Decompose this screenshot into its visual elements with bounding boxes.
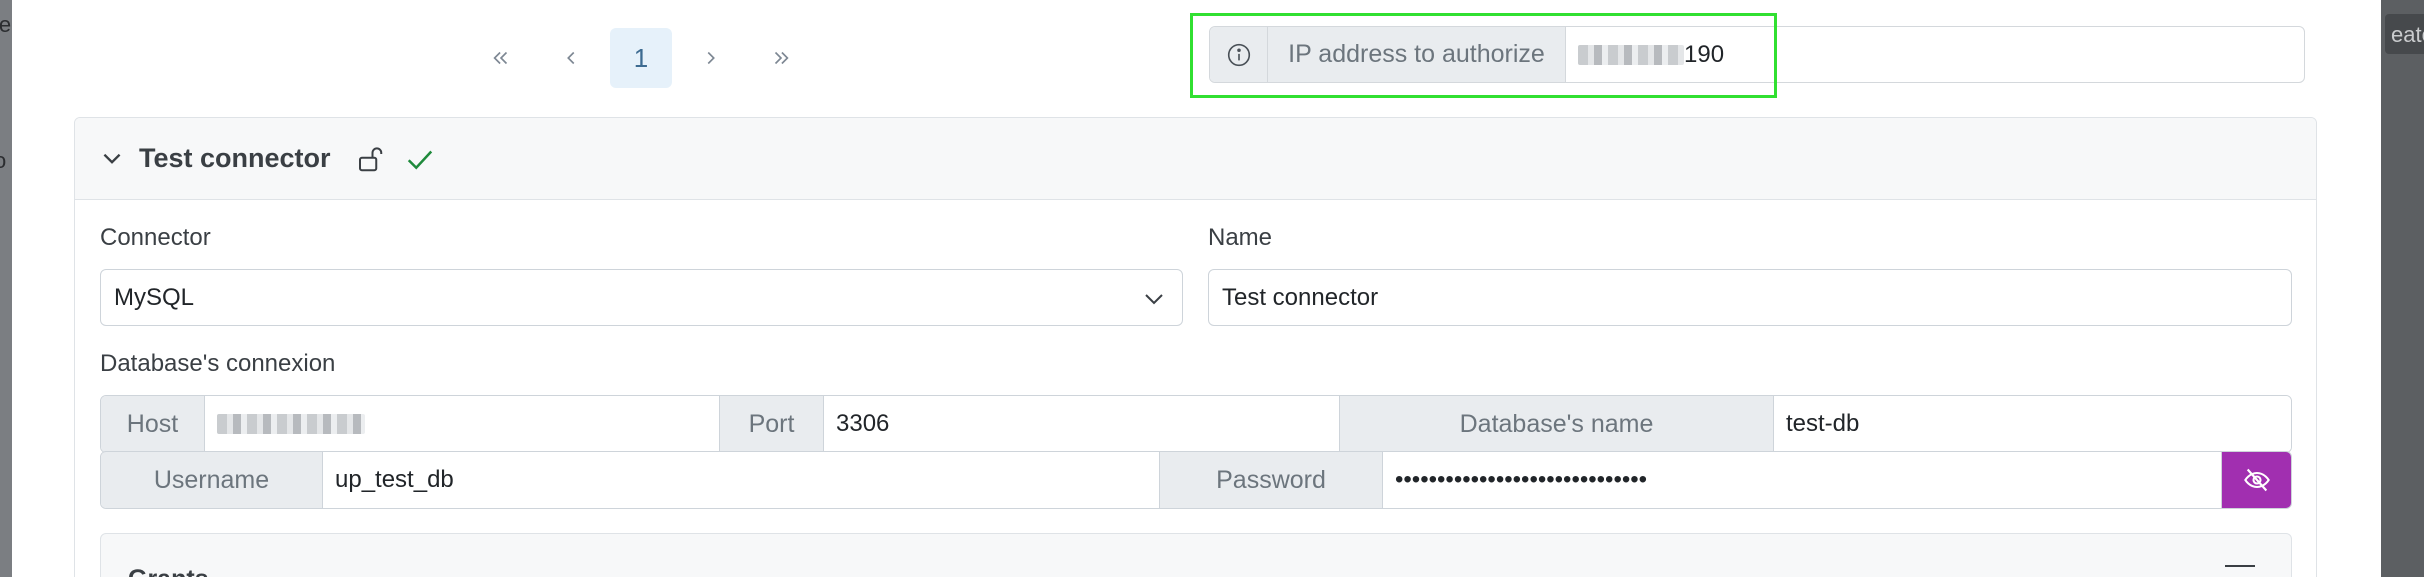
password-addon: Password [1160, 452, 1383, 508]
redacted-host-value [217, 414, 365, 434]
password-input[interactable]: •••••••••••••••••••••••••••••• [1383, 452, 2222, 508]
connector-card-title: Test connector [139, 143, 331, 173]
username-addon: Username [101, 452, 323, 508]
eye-slash-icon [2243, 468, 2270, 492]
backdrop-right: eate [2381, 0, 2424, 577]
name-input[interactable]: Test connector [1208, 269, 2292, 326]
connector-label: Connector [100, 224, 211, 251]
backdrop-create-button: eate [2385, 14, 2424, 54]
highlight-box [1190, 13, 1777, 98]
unlock-icon[interactable] [355, 144, 385, 174]
grants-title: Grants [128, 565, 209, 577]
pagination: 1 [470, 28, 812, 88]
chevron-down-icon [1145, 294, 1163, 305]
toggle-password-button[interactable] [2222, 452, 2291, 508]
db-name-addon: Database's name [1340, 396, 1774, 452]
modal-body: 1 IP address to authorize 190 Test conne… [12, 0, 2381, 577]
chevrons-left-icon [493, 51, 508, 65]
chevron-left-icon [567, 51, 575, 65]
db-connexion-label: Database's connexion [100, 350, 336, 377]
db-connexion-row-2: Username up_test_db Password •••••••••••… [100, 451, 2292, 509]
backdrop-left: le o t [0, 0, 12, 577]
connector-card: Test connector Connector MySQL Name Test… [74, 117, 2317, 577]
first-page-button[interactable] [470, 28, 532, 88]
backdrop-text-fragment: le [0, 12, 12, 37]
chevrons-right-icon [774, 51, 789, 65]
host-addon: Host [101, 396, 205, 452]
connector-select[interactable]: MySQL [100, 269, 1183, 326]
db-name-input[interactable]: test-db [1774, 396, 2291, 452]
connector-card-header[interactable]: Test connector [75, 118, 2316, 200]
chevron-right-icon [707, 51, 715, 65]
minus-icon[interactable] [2225, 565, 2255, 567]
grants-section[interactable]: Grants [100, 533, 2292, 577]
name-label: Name [1208, 224, 1273, 251]
backdrop-text-fragment: o [0, 148, 7, 173]
next-page-button[interactable] [680, 28, 742, 88]
username-input[interactable]: up_test_db [323, 452, 1160, 508]
db-connexion-row-1: Host Port 3306 Database's name test-db [100, 395, 2292, 453]
page-1-button[interactable]: 1 [610, 28, 672, 88]
port-input[interactable]: 3306 [824, 396, 1340, 452]
host-input[interactable] [205, 396, 720, 452]
prev-page-button[interactable] [540, 28, 602, 88]
port-addon: Port [720, 396, 824, 452]
connector-select-value: MySQL [114, 283, 195, 311]
last-page-button[interactable] [750, 28, 812, 88]
chevron-down-icon[interactable] [99, 146, 125, 172]
check-icon [407, 150, 432, 170]
